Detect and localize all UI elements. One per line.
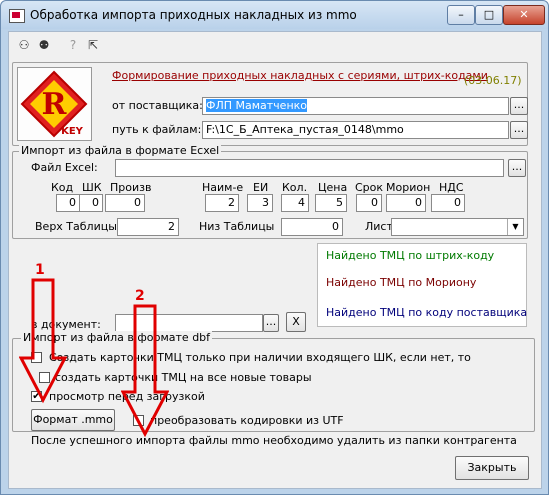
col-label-code: Код — [51, 181, 74, 194]
path-label: путь к файлам: — [112, 123, 202, 136]
col-field-price[interactable]: 5 — [315, 194, 347, 212]
header-link[interactable]: Формирование приходных накладных с серия… — [112, 69, 488, 82]
excel-legend: Импорт из файла в формате Ecxel — [19, 144, 222, 157]
col-label-qty: Кол. — [282, 181, 308, 194]
sheet-select[interactable]: ▼ — [391, 218, 524, 236]
document-browse-button[interactable]: ... — [263, 314, 279, 332]
version-label: (03.06.17) — [464, 74, 522, 87]
chevron-down-icon[interactable]: ▼ — [507, 219, 523, 235]
col-field-qty[interactable]: 4 — [281, 194, 309, 212]
main-window: Обработка импорта приходных накладных из… — [0, 0, 549, 495]
format-mmo-button[interactable]: Формат .mmo — [31, 409, 115, 431]
excel-file-label: Файл Excel: — [31, 161, 98, 174]
found-morion: Найдено ТМЦ по Мориону — [326, 276, 477, 289]
found-supplier-code: Найдено ТМЦ по коду поставщика — [326, 306, 528, 319]
opt1-label: Создать карточки ТМЦ только при наличии … — [49, 351, 471, 364]
people-out-icon[interactable]: ⚇ — [16, 37, 32, 53]
sheet-label: Лист — [365, 220, 393, 233]
top-table-label: Верх Таблицы — [35, 220, 117, 233]
path-field[interactable]: F:\1С_Б_Аптека_пустая_0148\mmo — [202, 121, 509, 139]
supplier-browse-button[interactable]: ... — [510, 97, 528, 115]
found-barcode: Найдено ТМЦ по штрих-коду — [326, 249, 495, 262]
minimize-button[interactable]: – — [447, 5, 475, 25]
toolbar: ⚇ ⚉ ? ⇱ — [9, 32, 541, 58]
red-arrow-icon — [19, 278, 67, 404]
col-field-name[interactable]: 2 — [205, 194, 239, 212]
red-arrow-icon — [121, 304, 169, 438]
col-field-vat[interactable]: 0 — [431, 194, 465, 212]
app-icon — [9, 9, 25, 23]
bottom-table-field[interactable]: 0 — [281, 218, 343, 236]
client-area: ⚇ ⚉ ? ⇱ R KEY Формирование приходных нак… — [8, 31, 542, 489]
annotation-2: 2 — [135, 288, 145, 304]
col-field-barcode[interactable]: 0 — [79, 194, 103, 212]
col-label-manufacturer: Произв — [110, 181, 152, 194]
supplier-field[interactable]: ФЛП Маматченко — [202, 97, 509, 115]
found-panel: Найдено ТМЦ по штрих-коду Найдено ТМЦ по… — [317, 243, 527, 327]
excel-file-field[interactable] — [115, 159, 504, 177]
col-field-code[interactable]: 0 — [56, 194, 80, 212]
header-group: R KEY Формирование приходных накладных с… — [12, 62, 528, 146]
maximize-button[interactable]: □ — [475, 5, 503, 25]
window-title: Обработка импорта приходных накладных из… — [30, 8, 357, 22]
title-bar[interactable]: Обработка импорта приходных накладных из… — [1, 1, 548, 29]
excel-browse-button[interactable]: ... — [508, 159, 526, 177]
col-label-price: Цена — [318, 181, 348, 194]
people-in-icon[interactable]: ⚉ — [36, 37, 52, 53]
col-label-vat: НДС — [439, 181, 464, 194]
bottom-table-label: Низ Таблицы — [199, 220, 275, 233]
document-clear-button[interactable]: X — [286, 312, 306, 332]
col-label-barcode: ШК — [82, 181, 102, 194]
col-label-unit: ЕИ — [253, 181, 269, 194]
close-window-button[interactable]: ✕ — [503, 5, 545, 25]
help-icon[interactable]: ? — [65, 37, 81, 53]
col-field-morion[interactable]: 0 — [386, 194, 426, 212]
annotation-1: 1 — [35, 262, 45, 278]
col-field-unit[interactable]: 3 — [247, 194, 273, 212]
arrow-help-icon[interactable]: ⇱ — [85, 37, 101, 53]
logo-key: KEY — [61, 126, 84, 137]
col-field-manufacturer[interactable]: 0 — [105, 194, 145, 212]
close-button[interactable]: Закрыть — [455, 456, 529, 480]
col-label-name: Наим-е — [202, 181, 244, 194]
col-field-expiry[interactable]: 0 — [356, 194, 382, 212]
opt2-label: создать карточки ТМЦ на все новые товары — [55, 371, 312, 384]
utf-label: преобразовать кодировки из UTF — [150, 414, 344, 427]
excel-group: Импорт из файла в формате Ecxel Файл Exc… — [12, 144, 528, 239]
path-browse-button[interactable]: ... — [510, 121, 528, 139]
supplier-label: от поставщика: — [112, 99, 203, 112]
top-table-field[interactable]: 2 — [117, 218, 179, 236]
app-logo: R KEY — [17, 67, 92, 141]
dbf-group: Импорт из файла в формате dbf Создать ка… — [12, 331, 535, 432]
supplier-value: ФЛП Маматченко — [206, 99, 308, 112]
note-label: После успешного импорта файлы mmo необхо… — [31, 434, 517, 447]
col-label-expiry: Срок — [355, 181, 384, 194]
col-label-morion: Морион — [386, 181, 431, 194]
logo-letter: R — [42, 87, 68, 122]
